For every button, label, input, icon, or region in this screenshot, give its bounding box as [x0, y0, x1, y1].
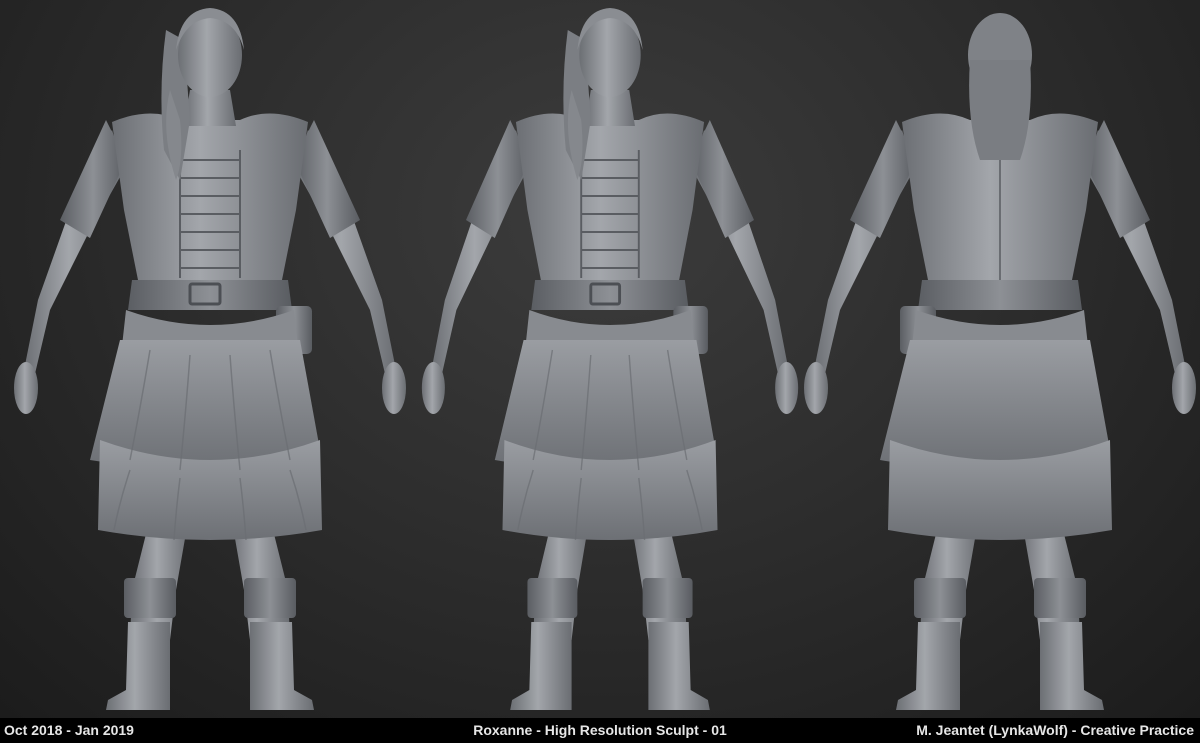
- figure-three-quarter-view: [420, 6, 800, 712]
- author-credit: M. Jeantet (LynkaWolf) - Creative Practi…: [916, 722, 1194, 738]
- figure-back-view: [803, 12, 1197, 711]
- sculpt-render-viewport: [0, 0, 1200, 718]
- caption-bar: Oct 2018 - Jan 2019 Roxanne - High Resol…: [0, 718, 1200, 743]
- sculpt-render-image: [12, 6, 1197, 712]
- figure-front-view: [12, 6, 408, 712]
